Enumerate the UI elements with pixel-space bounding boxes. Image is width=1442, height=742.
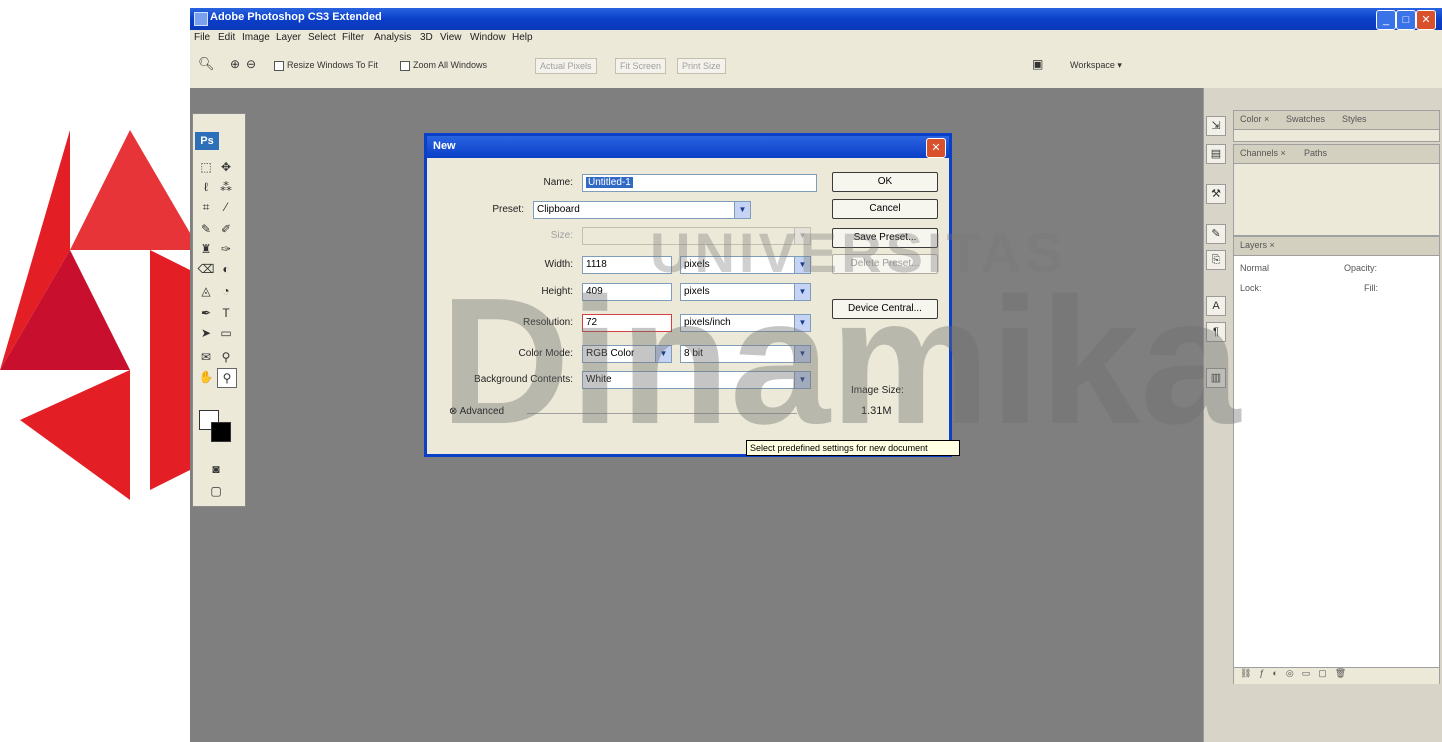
magic-wand-icon[interactable]: ⁂ bbox=[217, 178, 235, 196]
dodge-tool-icon[interactable]: ◔ bbox=[217, 282, 235, 300]
bridge-icon[interactable]: ▣ bbox=[1032, 57, 1043, 71]
menu-bar: File Edit Image Layer Select Filter Anal… bbox=[190, 30, 1442, 46]
tab-channels[interactable]: Channels × bbox=[1240, 148, 1286, 158]
blend-mode-select[interactable]: Normal bbox=[1240, 263, 1269, 273]
menu-3d[interactable]: 3D bbox=[420, 32, 433, 43]
type-tool-icon[interactable]: T bbox=[217, 304, 235, 322]
zoom-tool-icon[interactable]: 🔍︎ bbox=[198, 56, 215, 72]
tab-paths[interactable]: Paths bbox=[1304, 148, 1327, 158]
eraser-tool-icon[interactable]: ⌫ bbox=[197, 260, 215, 278]
lock-label: Lock: bbox=[1240, 283, 1262, 293]
resize-windows-checkbox[interactable]: Resize Windows To Fit bbox=[274, 60, 378, 71]
gradient-tool-icon[interactable]: ◐ bbox=[217, 260, 235, 278]
notes-tool-icon[interactable]: ✉ bbox=[197, 348, 215, 366]
menu-analysis[interactable]: Analysis bbox=[374, 32, 411, 43]
lasso-tool-icon[interactable]: ℓ bbox=[197, 178, 215, 196]
menu-window[interactable]: Window bbox=[470, 32, 506, 43]
actual-pixels-button[interactable]: Actual Pixels bbox=[535, 58, 597, 74]
preset-select[interactable]: Clipboard ▼ bbox=[533, 201, 751, 219]
tab-layers[interactable]: Layers × bbox=[1240, 240, 1275, 250]
tab-styles[interactable]: Styles bbox=[1342, 114, 1367, 124]
quick-mask-icon[interactable]: ◙ bbox=[207, 460, 225, 478]
name-value: Untitled-1 bbox=[586, 177, 633, 188]
maximize-button[interactable]: □ bbox=[1396, 10, 1416, 30]
print-size-button[interactable]: Print Size bbox=[677, 58, 726, 74]
opacity-label: Opacity: bbox=[1344, 263, 1378, 273]
toolbox: Ps ⬚ ✥ ℓ ⁂ ⌗ ⁄ ✎ ✐ ♜ ✑ ⌫ ◐ ◬ ◔ ✒ T ➤ ▭ ✉… bbox=[192, 113, 246, 507]
zoom-all-windows-checkbox[interactable]: Zoom All Windows bbox=[400, 60, 487, 71]
hand-tool-icon[interactable]: ✋ bbox=[197, 368, 215, 386]
photoshop-logo: Ps bbox=[195, 132, 219, 150]
panels-column: Color × Swatches Styles Channels × Paths… bbox=[1226, 88, 1442, 742]
ok-button[interactable]: OK bbox=[832, 172, 938, 192]
zoom-all-windows-label: Zoom All Windows bbox=[413, 60, 488, 70]
slice-tool-icon[interactable]: ⁄ bbox=[217, 198, 235, 216]
channels-panel: Channels × Paths bbox=[1233, 144, 1440, 236]
background-color-swatch[interactable] bbox=[211, 422, 231, 442]
eyedropper-icon[interactable]: ⚲ bbox=[217, 348, 235, 366]
pen-tool-icon[interactable]: ✒ bbox=[197, 304, 215, 322]
menu-help[interactable]: Help bbox=[512, 32, 533, 43]
layers-panel: Layers × Normal Opacity: Lock: Fill: ⛓ƒ◐… bbox=[1233, 236, 1440, 684]
menu-edit[interactable]: Edit bbox=[218, 32, 235, 43]
brushes-icon[interactable]: ✎ bbox=[1206, 224, 1226, 244]
dialog-close-button[interactable]: ✕ bbox=[926, 138, 946, 158]
name-label: Name: bbox=[543, 177, 573, 188]
blur-tool-icon[interactable]: ◬ bbox=[197, 282, 215, 300]
menu-filter[interactable]: Filter bbox=[342, 32, 364, 43]
close-window-button[interactable]: ✕ bbox=[1416, 10, 1436, 30]
shape-tool-icon[interactable]: ▭ bbox=[217, 324, 235, 342]
zoom-tool-box-icon[interactable]: ⚲ bbox=[217, 368, 237, 388]
brush-tool-icon[interactable]: ✐ bbox=[217, 220, 235, 238]
menu-image[interactable]: Image bbox=[242, 32, 270, 43]
zoom-out-icon[interactable]: ⊖ bbox=[246, 57, 256, 71]
layers-footer-icons[interactable]: ⛓ƒ◐◎▭▢🗑︎ bbox=[1234, 667, 1439, 684]
menu-select[interactable]: Select bbox=[308, 32, 336, 43]
clone-stamp-icon[interactable]: ♜ bbox=[197, 240, 215, 258]
cancel-button[interactable]: Cancel bbox=[832, 199, 938, 219]
navigator-icon[interactable]: ⇲ bbox=[1206, 116, 1226, 136]
resize-windows-label: Resize Windows To Fit bbox=[287, 60, 378, 70]
photoshop-app-icon bbox=[194, 12, 208, 26]
window-title-bar: Adobe Photoshop CS3 Extended _ □ ✕ bbox=[190, 8, 1442, 30]
move-tool-icon[interactable]: ✥ bbox=[217, 158, 235, 176]
workspace-menu[interactable]: Workspace ▾ bbox=[1070, 60, 1122, 71]
healing-brush-icon[interactable]: ✎ bbox=[197, 220, 215, 238]
preset-label: Preset: bbox=[492, 204, 524, 215]
zoom-in-icon[interactable]: ⊕ bbox=[230, 57, 240, 71]
dialog-title: New bbox=[433, 140, 456, 152]
menu-file[interactable]: File bbox=[194, 32, 210, 43]
options-bar: 🔍︎ ⊕ ⊖ Resize Windows To Fit Zoom All Wi… bbox=[190, 46, 1442, 89]
history-brush-icon[interactable]: ✑ bbox=[217, 240, 235, 258]
size-label: Size: bbox=[550, 230, 573, 241]
tab-swatches[interactable]: Swatches bbox=[1286, 114, 1325, 124]
dialog-title-bar: New ✕ bbox=[427, 136, 949, 158]
chevron-down-icon: ▼ bbox=[734, 202, 750, 218]
marquee-tool-icon[interactable]: ⬚ bbox=[197, 158, 215, 176]
window-title: Adobe Photoshop CS3 Extended bbox=[210, 11, 382, 23]
tab-color[interactable]: Color × bbox=[1240, 114, 1269, 124]
menu-layer[interactable]: Layer bbox=[276, 32, 301, 43]
screen-mode-icon[interactable]: ▢ bbox=[207, 482, 225, 500]
fit-screen-button[interactable]: Fit Screen bbox=[615, 58, 667, 74]
tools-preset-icon[interactable]: ⚒ bbox=[1206, 184, 1226, 204]
crop-tool-icon[interactable]: ⌗ bbox=[197, 198, 215, 216]
path-selection-icon[interactable]: ➤ bbox=[197, 324, 215, 342]
histogram-icon[interactable]: ▤ bbox=[1206, 144, 1226, 164]
watermark-word-2: Dinamika bbox=[440, 261, 1241, 462]
color-panel: Color × Swatches Styles bbox=[1233, 110, 1440, 142]
minimize-button[interactable]: _ bbox=[1376, 10, 1396, 30]
menu-view[interactable]: View bbox=[440, 32, 462, 43]
fill-label: Fill: bbox=[1364, 283, 1378, 293]
preset-value: Clipboard bbox=[537, 204, 580, 215]
name-input[interactable]: Untitled-1 bbox=[582, 174, 817, 192]
